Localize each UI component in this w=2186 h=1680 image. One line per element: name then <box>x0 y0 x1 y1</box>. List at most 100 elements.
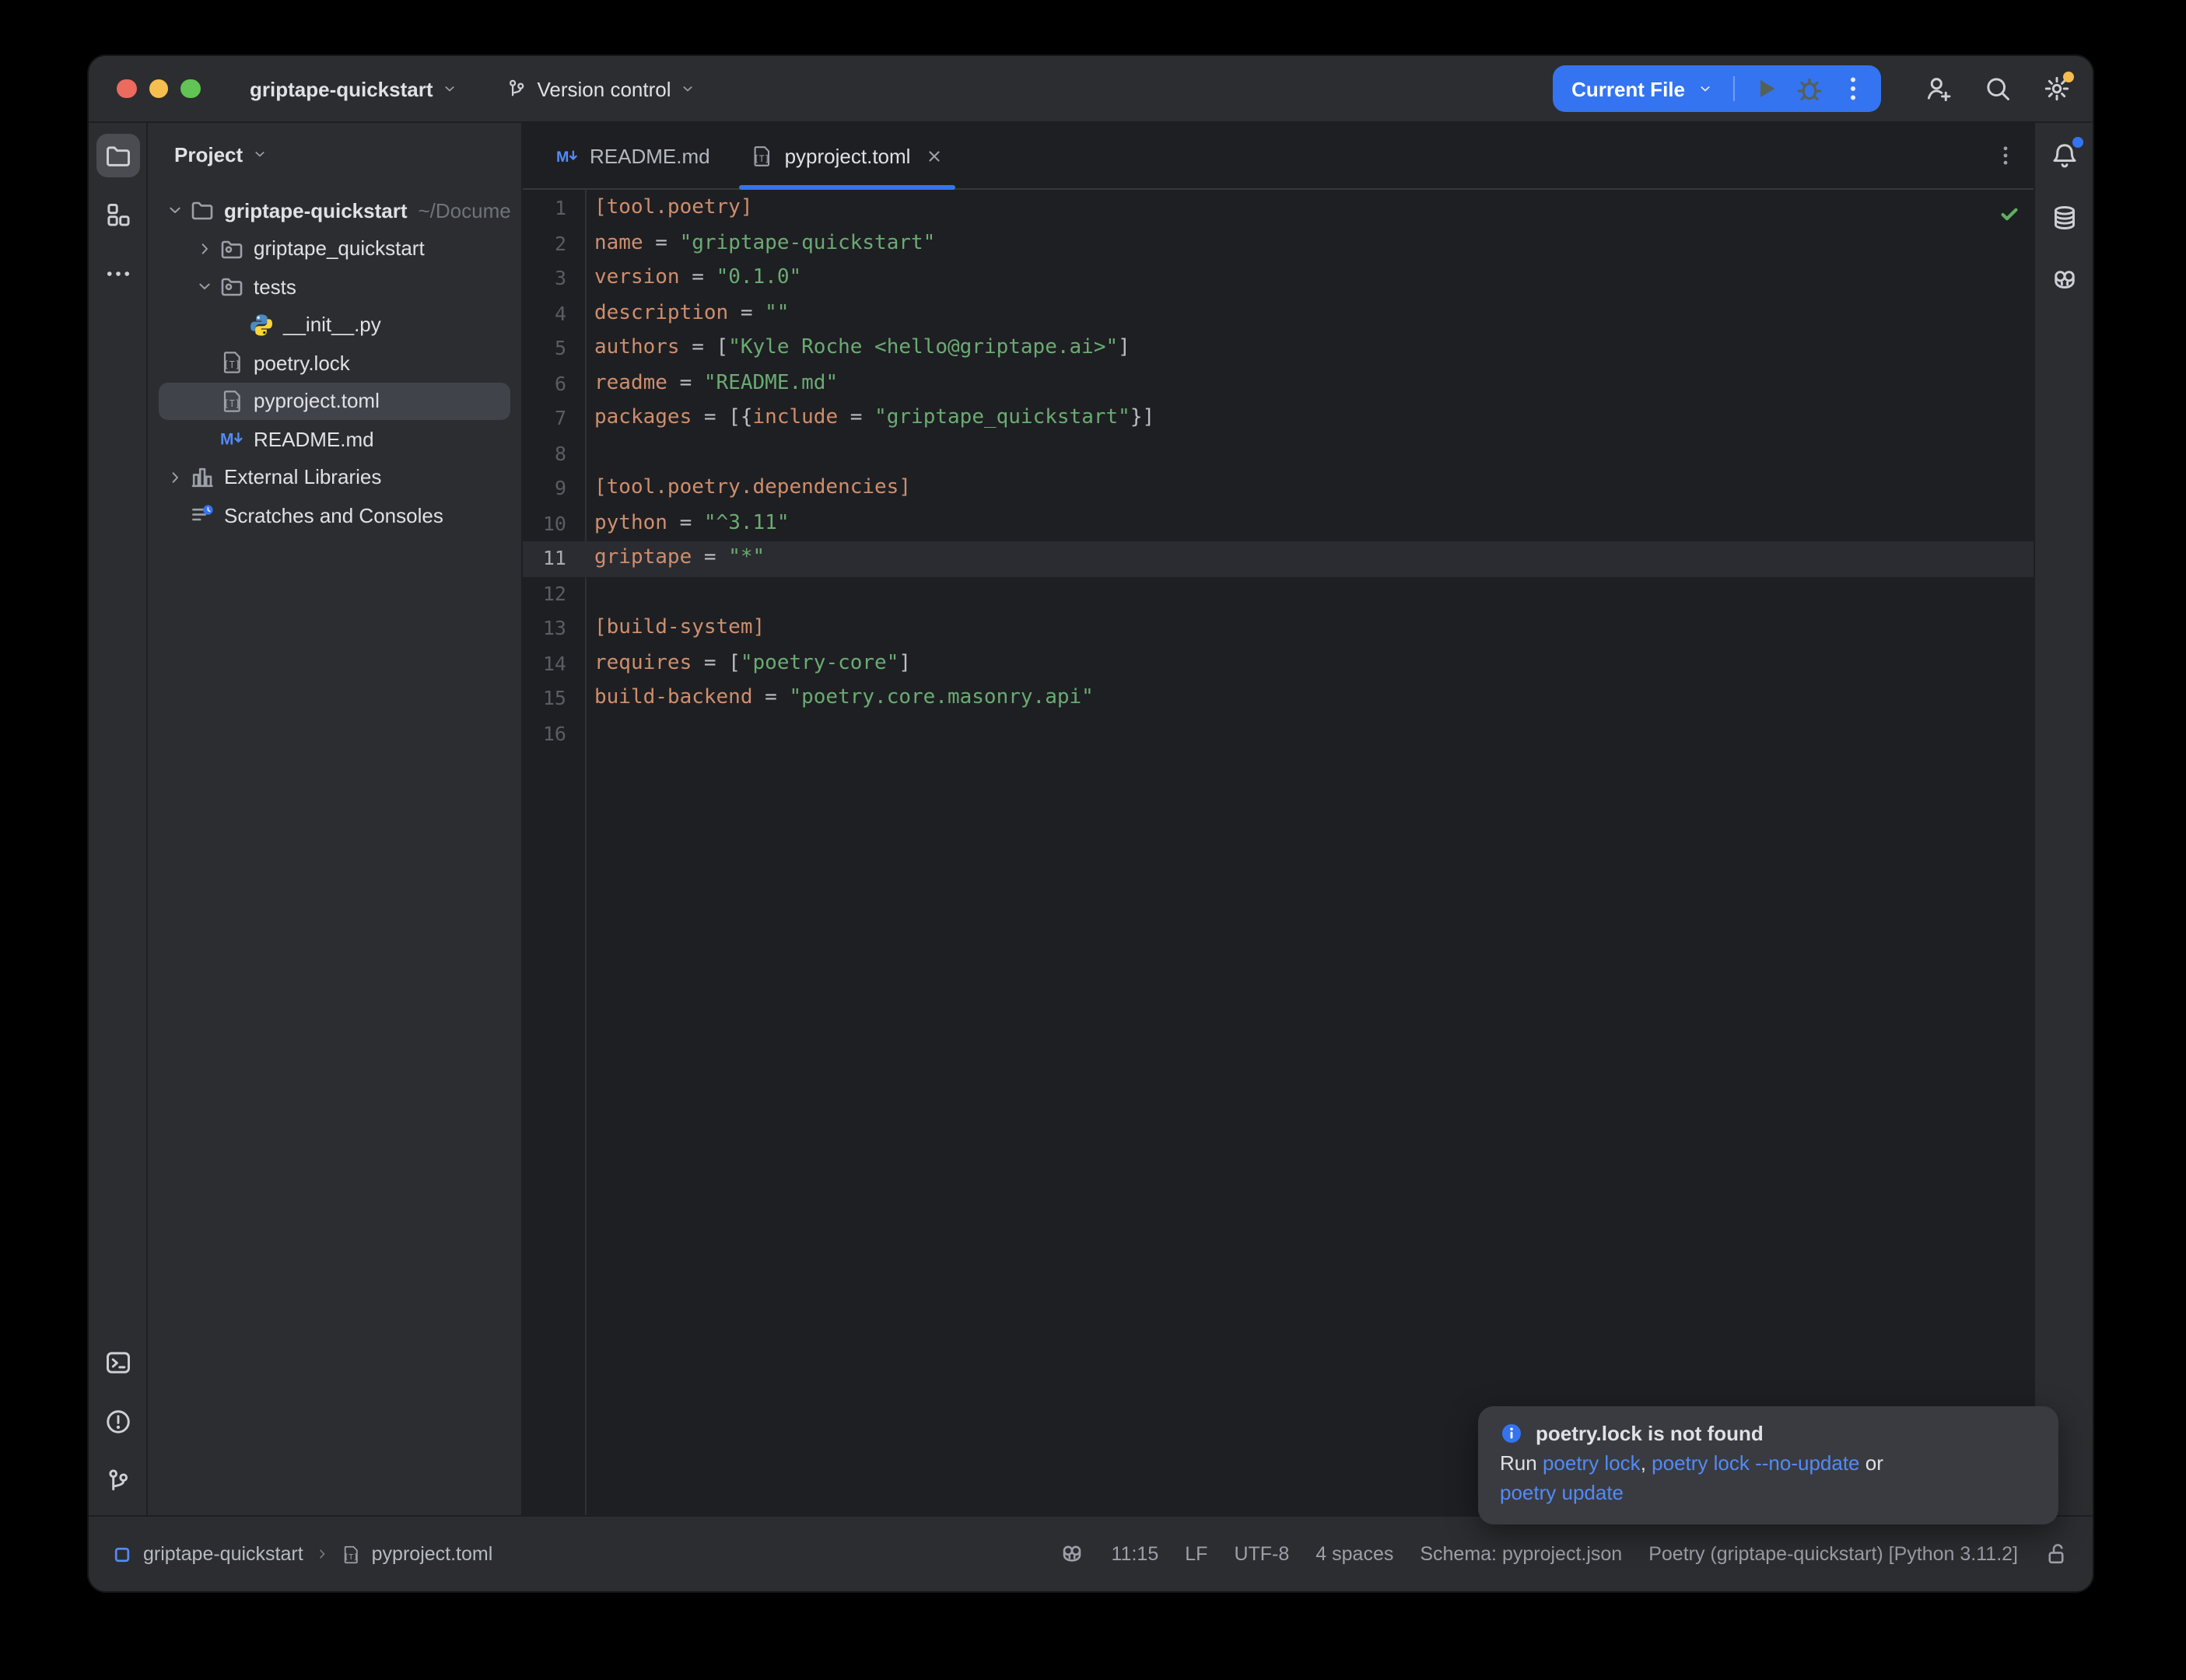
zoom-window-button[interactable] <box>180 79 200 99</box>
project-switcher[interactable]: griptape-quickstart <box>240 71 472 107</box>
line-number[interactable]: 13 <box>523 611 566 646</box>
interpreter-widget[interactable]: Poetry (griptape-quickstart) [Python 3.1… <box>1648 1543 2018 1565</box>
run-button[interactable] <box>1750 73 1781 104</box>
structure-tool-button[interactable] <box>96 193 139 236</box>
chevron-down-icon <box>165 201 185 220</box>
line-number[interactable]: 7 <box>523 401 566 436</box>
ai-assistant-tool-button[interactable] <box>2042 258 2086 302</box>
inspections-check-icon[interactable] <box>1999 204 2020 224</box>
settings-button[interactable] <box>2043 75 2071 103</box>
tree-item-init-py[interactable]: __init__.py <box>159 306 510 344</box>
project-panel-header[interactable]: Project <box>148 123 521 185</box>
search-everywhere-button[interactable] <box>1984 75 2012 103</box>
tree-item-griptape-quickstart[interactable]: griptape-quickstart~/Docume <box>159 191 510 229</box>
tree-item-label: Scratches and Consoles <box>224 504 443 527</box>
problems-tool-button[interactable] <box>96 1400 139 1444</box>
encoding-widget[interactable]: UTF-8 <box>1234 1543 1289 1565</box>
json-schema-widget[interactable]: Schema: pyproject.json <box>1420 1543 1622 1565</box>
tree-item-griptape-quickstart[interactable]: griptape_quickstart <box>159 229 510 268</box>
code-line-10[interactable]: 10python = "^3.11" <box>523 506 2034 541</box>
link-poetry-update[interactable]: poetry update <box>1500 1480 1624 1503</box>
tree-item-label: poetry.lock <box>254 352 350 375</box>
code-line-4[interactable]: 4description = "" <box>523 296 2034 331</box>
line-number[interactable]: 1 <box>523 191 566 226</box>
notifications-button[interactable] <box>2042 134 2086 177</box>
project-marker-icon <box>112 1544 132 1564</box>
line-number[interactable]: 11 <box>523 541 566 576</box>
breadcrumb-pyproject-toml[interactable]: pyproject.toml <box>372 1543 493 1565</box>
tree-item-external-libraries[interactable]: External Libraries <box>159 458 510 496</box>
notification-text: Run <box>1500 1451 1543 1475</box>
copilot-status-icon[interactable] <box>1060 1542 1085 1566</box>
code-line-7[interactable]: 7packages = [{include = "griptape_quicks… <box>523 401 2034 436</box>
code-line-5[interactable]: 5authors = ["Kyle Roche <hello@griptape.… <box>523 331 2034 366</box>
line-number[interactable]: 2 <box>523 226 566 261</box>
more-tools-button[interactable] <box>96 252 139 296</box>
minimize-window-button[interactable] <box>149 79 168 99</box>
package-folder-icon <box>219 236 244 261</box>
tree-item-readme-md[interactable]: M README.md <box>159 420 510 458</box>
close-window-button[interactable] <box>117 79 136 99</box>
tree-item-tests[interactable]: tests <box>159 268 510 306</box>
package-folder-icon <box>219 275 244 299</box>
tab-options-kebab-icon[interactable] <box>1993 143 2018 168</box>
run-config-selector[interactable]: Current File <box>1571 77 1685 100</box>
markdown-icon: M <box>219 427 244 452</box>
tree-item-poetry-lock[interactable]: [T]poetry.lock <box>159 344 510 382</box>
tree-item-pyproject-toml[interactable]: [T]pyproject.toml <box>159 382 510 420</box>
svg-text:M: M <box>556 148 569 165</box>
version-control-tool-button[interactable] <box>96 1459 139 1503</box>
more-run-options-button[interactable] <box>1837 73 1869 104</box>
line-number[interactable]: 9 <box>523 471 566 506</box>
clock-widget[interactable]: 11:15 <box>1112 1543 1159 1565</box>
database-tool-button[interactable] <box>2042 196 2086 240</box>
line-number[interactable]: 8 <box>523 436 566 471</box>
tree-item-scratches-and-consoles[interactable]: Scratches and Consoles <box>159 496 510 534</box>
code-line-8[interactable]: 8 <box>523 436 2034 471</box>
code-line-11[interactable]: 11griptape = "*" <box>523 541 2034 576</box>
link-poetry-lock-no-update[interactable]: poetry lock --no-update <box>1652 1451 1859 1475</box>
line-number[interactable]: 5 <box>523 331 566 366</box>
line-number[interactable]: 14 <box>523 646 566 681</box>
debug-button[interactable] <box>1794 73 1825 104</box>
line-separator-widget[interactable]: LF <box>1185 1543 1207 1565</box>
notification-body: Run poetry lock, poetry lock --no-update… <box>1500 1450 2037 1507</box>
tree-item-path: ~/Docume <box>419 199 511 222</box>
indent-widget[interactable]: 4 spaces <box>1315 1543 1393 1565</box>
editor[interactable]: 1[tool.poetry]2name = "griptape-quicksta… <box>523 190 2034 1515</box>
line-number[interactable]: 6 <box>523 366 566 401</box>
line-number[interactable]: 12 <box>523 576 566 611</box>
project-tool-button[interactable] <box>96 134 139 177</box>
code-with-me-button[interactable] <box>1925 75 1953 103</box>
code-line-12[interactable]: 12 <box>523 576 2034 611</box>
code-line-1[interactable]: 1[tool.poetry] <box>523 191 2034 226</box>
tab-pyproject-toml[interactable]: [T]pyproject.toml <box>730 123 965 188</box>
tab-readme-md[interactable]: MREADME.md <box>535 123 730 188</box>
project-tree: griptape-quickstart~/Documegriptape_quic… <box>148 185 521 534</box>
line-number[interactable]: 16 <box>523 716 566 751</box>
svg-text:[T]: [T] <box>755 153 770 163</box>
code-lines: 1[tool.poetry]2name = "griptape-quicksta… <box>523 191 2034 751</box>
vcs-widget[interactable]: Version control <box>497 71 710 107</box>
code-line-16[interactable]: 16 <box>523 716 2034 751</box>
line-text: [tool.poetry] <box>566 191 753 226</box>
tree-item-label: README.md <box>254 428 374 451</box>
line-number[interactable]: 3 <box>523 261 566 296</box>
terminal-tool-button[interactable] <box>96 1341 139 1384</box>
line-number[interactable]: 10 <box>523 506 566 541</box>
line-number[interactable]: 15 <box>523 681 566 716</box>
code-line-3[interactable]: 3version = "0.1.0" <box>523 261 2034 296</box>
line-number[interactable]: 4 <box>523 296 566 331</box>
breadcrumb-griptape-quickstart[interactable]: griptape-quickstart <box>143 1543 303 1565</box>
code-line-14[interactable]: 14requires = ["poetry-core"] <box>523 646 2034 681</box>
link-poetry-lock[interactable]: poetry lock <box>1543 1451 1641 1475</box>
divider <box>1733 76 1735 101</box>
write-access-widget[interactable] <box>2044 1542 2069 1566</box>
chevron-right-icon <box>194 240 215 258</box>
close-icon[interactable] <box>924 145 944 166</box>
code-line-13[interactable]: 13[build-system] <box>523 611 2034 646</box>
code-line-2[interactable]: 2name = "griptape-quickstart" <box>523 226 2034 261</box>
code-line-6[interactable]: 6readme = "README.md" <box>523 366 2034 401</box>
code-line-15[interactable]: 15build-backend = "poetry.core.masonry.a… <box>523 681 2034 716</box>
code-line-9[interactable]: 9[tool.poetry.dependencies] <box>523 471 2034 506</box>
